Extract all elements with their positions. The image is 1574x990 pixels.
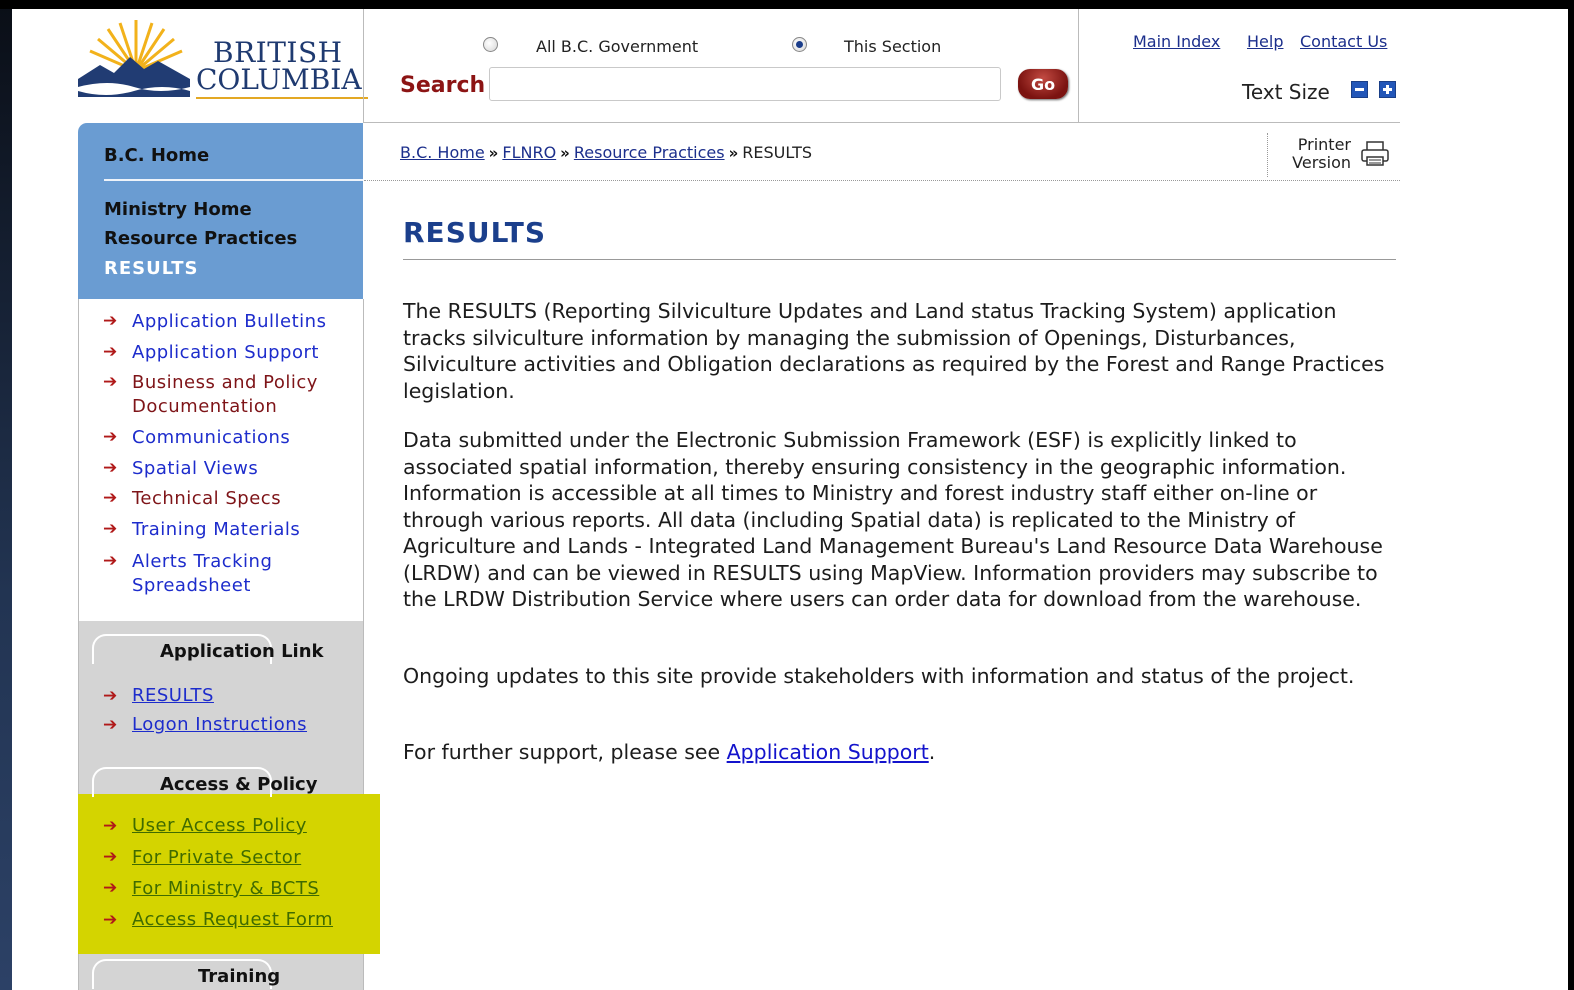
link-access-request-form[interactable]: Access Request Form xyxy=(132,909,333,930)
logo-text-columbia: COLUMBIA xyxy=(196,63,362,96)
link-results-app[interactable]: RESULTS xyxy=(132,685,214,706)
nav-link-label: Documentation xyxy=(132,396,278,417)
search-input[interactable] xyxy=(489,67,1001,101)
header-divider xyxy=(1078,9,1079,123)
nav-link-label: Business and Policy xyxy=(132,372,318,393)
nav-resource-practices[interactable]: Resource Practices xyxy=(104,228,297,249)
bc-logo[interactable]: BRITISH COLUMBIA xyxy=(78,17,368,99)
arrow-icon: ➔ xyxy=(103,427,118,447)
arrow-icon: ➔ xyxy=(103,878,118,898)
web-page: BRITISH COLUMBIA All B.C. Government Thi… xyxy=(12,9,1568,990)
breadcrumb-dotted-rule xyxy=(364,180,1400,181)
arrow-icon: ➔ xyxy=(103,458,118,478)
contact-us-link[interactable]: Contact Us xyxy=(1300,32,1387,51)
breadcrumb: B.C. Home» FLNRO» Resource Practices» RESUL… xyxy=(400,143,812,162)
link-user-access-policy[interactable]: User Access Policy xyxy=(132,815,307,836)
nav-link-application-support[interactable]: Application Support xyxy=(132,341,319,365)
radio-label-this-section: This Section xyxy=(844,37,942,56)
help-link[interactable]: Help xyxy=(1247,32,1283,51)
radio-this-section[interactable] xyxy=(792,37,807,52)
header-divider xyxy=(363,9,364,123)
esf-paragraph: Data submitted under the Electronic Subm… xyxy=(403,428,1383,611)
arrow-icon: ➔ xyxy=(103,551,118,571)
nav-separator xyxy=(104,179,363,181)
arrow-icon: ➔ xyxy=(103,519,118,539)
text-size-label: Text Size xyxy=(1242,80,1330,104)
search-label: Search xyxy=(400,73,486,98)
radio-label-all-bc-government: All B.C. Government xyxy=(536,37,699,56)
nav-link-communications[interactable]: Communications xyxy=(132,426,290,450)
updates-paragraph: Ongoing updates to this site provide sta… xyxy=(403,664,1355,688)
radio-all-bc-government[interactable] xyxy=(483,37,498,52)
sun-mountains-icon xyxy=(78,20,190,97)
arrow-icon: ➔ xyxy=(103,910,118,930)
breadcrumb-separator: » xyxy=(560,144,570,162)
nav-link-spatial-views[interactable]: Spatial Views xyxy=(132,457,258,481)
nav-ministry-home[interactable]: Ministry Home xyxy=(104,199,252,220)
printer-label-line2: Version xyxy=(1292,153,1351,172)
section-title-application-link: Application Link xyxy=(160,641,324,662)
arrow-icon: ➔ xyxy=(103,372,118,392)
arrow-icon: ➔ xyxy=(103,686,118,706)
nav-link-training-materials[interactable]: Training Materials xyxy=(132,518,300,542)
breadcrumb-bc-home[interactable]: B.C. Home xyxy=(400,143,485,162)
desktop-background xyxy=(0,0,12,990)
page-title: RESULTS xyxy=(403,216,547,249)
go-button[interactable]: Go xyxy=(1018,69,1068,99)
section-title-training: Training xyxy=(198,966,281,987)
nav-link-label: Alerts Tracking xyxy=(132,551,273,572)
breadcrumb-current: RESULTS xyxy=(742,143,812,162)
nav-link-alerts-tracking[interactable]: Alerts Tracking Spreadsheet xyxy=(132,550,272,598)
nav-link-business-policy[interactable]: Business and Policy Documentation xyxy=(132,371,318,419)
link-ministry-bcts[interactable]: For Ministry & BCTS xyxy=(132,878,319,899)
header-bottom-rule xyxy=(363,122,1400,123)
title-rule xyxy=(403,259,1396,260)
intro-paragraph: The RESULTS (Reporting Silviculture Upda… xyxy=(403,299,1385,403)
breadcrumb-resource-practices[interactable]: Resource Practices xyxy=(574,143,725,162)
link-logon-instructions[interactable]: Logon Instructions xyxy=(132,714,307,735)
arrow-icon: ➔ xyxy=(103,342,118,362)
window-top-bar xyxy=(0,0,1574,9)
support-text-end: . xyxy=(928,740,936,764)
nav-link-label: Spreadsheet xyxy=(132,575,251,596)
main-index-link[interactable]: Main Index xyxy=(1133,32,1220,51)
nav-current-results: RESULTS xyxy=(104,258,199,279)
arrow-icon: ➔ xyxy=(103,847,118,867)
text-size-increase-icon[interactable] xyxy=(1379,81,1396,98)
text-size-decrease-icon[interactable] xyxy=(1351,81,1368,98)
nav-bc-home[interactable]: B.C. Home xyxy=(104,145,209,166)
printer-icon xyxy=(1361,141,1389,166)
arrow-icon: ➔ xyxy=(103,488,118,508)
arrow-icon: ➔ xyxy=(103,311,118,331)
section-title-access-policy: Access & Policy xyxy=(160,774,318,795)
printer-label-line1: Printer xyxy=(1297,135,1351,154)
link-private-sector[interactable]: For Private Sector xyxy=(132,847,301,868)
nav-link-technical-specs[interactable]: Technical Specs xyxy=(132,487,281,511)
application-support-link[interactable]: Application Support xyxy=(727,740,929,764)
breadcrumb-separator: » xyxy=(728,144,739,162)
nav-link-application-bulletins[interactable]: Application Bulletins xyxy=(132,310,326,334)
support-paragraph: For further support, please see Applicat… xyxy=(403,739,1403,766)
printer-version-label: Printer Version xyxy=(1283,136,1351,172)
arrow-icon: ➔ xyxy=(103,715,118,735)
breadcrumb-separator: » xyxy=(488,144,499,162)
logo-underline xyxy=(196,97,368,99)
support-text: For further support, please see xyxy=(403,740,727,764)
breadcrumb-flnro[interactable]: FLNRO xyxy=(502,143,556,162)
arrow-icon: ➔ xyxy=(103,816,118,836)
printer-version-button[interactable]: Printer Version xyxy=(1267,133,1396,177)
